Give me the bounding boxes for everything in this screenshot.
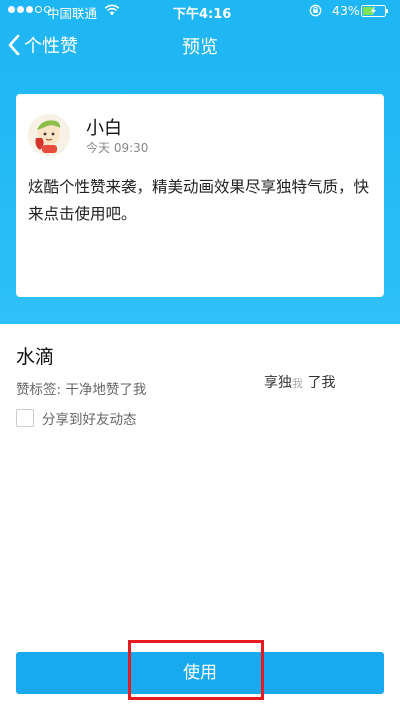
post-content: 炫酷个性赞来袭，精美动画效果尽享独特气质，快来点击使用吧。 — [28, 178, 370, 223]
wifi-icon — [104, 4, 120, 16]
signal-dot — [17, 6, 24, 13]
status-bar: 中国联通 下午4:16 43% — [0, 0, 400, 22]
like-animation-preview: 享独我 了我 — [264, 372, 335, 392]
share-to-feed-option[interactable]: 分享到好友动态 — [16, 408, 137, 428]
preview-card: 小白 今天 09:30 炫酷个性赞来袭，精美动画效果尽享独特气质，快来点击使用吧… — [16, 94, 384, 297]
like-style-name: 水滴 — [16, 346, 55, 368]
share-checkbox[interactable] — [16, 409, 34, 427]
avatar-image — [28, 114, 70, 156]
carrier-name: 中国联通 — [47, 6, 98, 21]
clock: 下午4:16 — [173, 7, 232, 22]
signal-dot — [26, 6, 33, 13]
post-timestamp: 今天 09:30 — [86, 141, 149, 155]
like-preview-end-text: 了我 — [307, 375, 336, 391]
signal-dot — [35, 6, 42, 13]
rotation-lock-icon — [309, 4, 322, 17]
avatar — [28, 114, 70, 156]
signal-strength-icon — [8, 6, 51, 13]
signal-dot — [8, 6, 15, 13]
like-preview-text: 享独 — [264, 375, 292, 391]
battery-icon — [361, 5, 388, 17]
battery-percent: 43% — [332, 3, 360, 18]
like-preview-faded-text: 我 — [292, 377, 303, 390]
page-title: 预览 — [182, 37, 218, 58]
use-button[interactable]: 使用 — [16, 652, 384, 694]
share-label: 分享到好友动态 — [42, 412, 137, 428]
navigation-bar: 个性赞 预览 — [0, 22, 400, 68]
user-name: 小白 — [86, 118, 122, 139]
like-tag-text: 赞标签: 干净地赞了我 — [16, 382, 147, 398]
